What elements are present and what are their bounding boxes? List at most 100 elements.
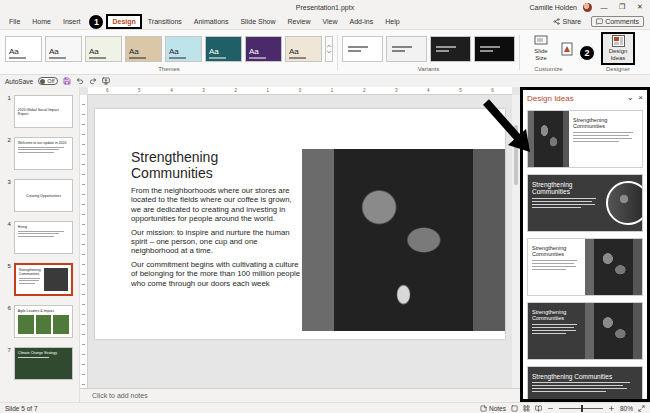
design-idea-card[interactable]: Strengthening Communities <box>527 110 643 168</box>
autosave-toggle[interactable]: Off <box>38 77 58 85</box>
fit-slide-icon[interactable] <box>638 405 645 412</box>
theme-thumbnail[interactable]: Aa <box>85 36 122 62</box>
idea-photo <box>606 181 643 225</box>
ribbon-tab[interactable]: Design <box>106 14 141 29</box>
theme-thumbnail[interactable]: Aa <box>285 36 322 62</box>
themes-group: AaAaAaAaAaAaAaAaThemes <box>5 32 333 73</box>
chevron-up-icon[interactable] <box>326 43 332 49</box>
present-icon[interactable] <box>102 77 110 85</box>
theme-thumbnail[interactable]: Aa <box>5 36 42 62</box>
pointer-arrow-icon <box>482 98 532 156</box>
document-title: Presentation1.pptx <box>296 4 354 11</box>
thumb-content: Hiring <box>18 225 69 250</box>
variant-thumbnail[interactable] <box>430 36 471 62</box>
theme-thumbnail[interactable]: Aa <box>205 36 242 62</box>
zoom-out-icon[interactable] <box>547 405 554 412</box>
ribbon-tab[interactable]: Slide Show <box>234 14 281 29</box>
slide-thumbnail[interactable]: Creating Opportunities <box>14 179 73 212</box>
thumb-title: Climate Change Strategy <box>18 351 69 355</box>
share-button[interactable]: Share <box>548 16 586 27</box>
slide-thumbnail[interactable]: Welcome to our update in 2020 <box>14 137 73 170</box>
zoom-in-icon[interactable] <box>608 405 615 412</box>
ribbon-tab[interactable]: File <box>3 14 26 29</box>
ribbon-tab[interactable]: Review <box>281 14 316 29</box>
design-ideas-button[interactable]: Design Ideas <box>601 32 635 65</box>
notes-icon <box>480 405 487 412</box>
gallery-scroll[interactable] <box>325 36 333 62</box>
slide-text-box[interactable]: Strengthening Communities From the neighb… <box>131 149 302 339</box>
variant-thumbnail[interactable] <box>342 36 383 62</box>
slide-thumbnail[interactable]: Climate Change Strategy <box>14 347 73 380</box>
slide-thumbnail-row[interactable]: 7Climate Change Strategy <box>3 347 73 380</box>
idea-photo <box>585 303 642 359</box>
slide-thumbnail[interactable]: 2020 Global Social Impact Report <box>14 95 73 128</box>
design-idea-card[interactable]: Strengthening Communities <box>527 174 643 232</box>
ribbon-tab[interactable]: View <box>316 14 343 29</box>
slide-thumbnail-row[interactable]: 4 Hiring <box>3 221 73 254</box>
design-idea-card[interactable]: Strengthening Communities <box>527 238 643 296</box>
designer-group: Design IdeasDesigner <box>601 32 635 73</box>
save-icon[interactable] <box>63 77 71 85</box>
undo-icon[interactable] <box>76 77 84 85</box>
slide-thumbnail[interactable]: Agile Leaders & Impact <box>14 305 73 338</box>
theme-thumbnail[interactable]: Aa <box>125 36 162 62</box>
zoom-slider[interactable] <box>559 408 603 409</box>
slide-thumbnail-row[interactable]: 6Agile Leaders & Impact <box>3 305 73 338</box>
reading-view-icon[interactable] <box>535 405 542 412</box>
format-background-icon[interactable] <box>561 42 573 56</box>
design-idea-card[interactable]: Strengthening Communities <box>527 302 643 360</box>
notes-button[interactable]: Notes <box>480 405 506 412</box>
variant-thumbnail[interactable] <box>386 36 427 62</box>
slide-thumbnail-row[interactable]: 2Welcome to our update in 2020 <box>3 137 73 170</box>
ribbon-tab[interactable]: Home <box>26 14 57 29</box>
ribbon-tab[interactable]: Add-ins <box>343 14 379 29</box>
slide-thumbnail-row[interactable]: 3Creating Opportunities <box>3 179 73 212</box>
theme-thumbnail[interactable]: Aa <box>45 36 82 62</box>
user-avatar-icon[interactable] <box>583 3 592 12</box>
slide-paragraph[interactable]: Our mission: to inspire and nurture the … <box>131 228 302 256</box>
window-control[interactable]: ❐ <box>616 3 628 11</box>
redo-icon[interactable] <box>89 77 97 85</box>
idea-title: Strengthening Communities <box>532 181 602 196</box>
variant-thumbnail[interactable] <box>474 36 515 62</box>
window-control[interactable]: — <box>598 4 610 11</box>
ribbon-tab[interactable]: Insert <box>57 14 87 29</box>
comments-button[interactable]: Comments <box>591 16 644 27</box>
slide-photo[interactable] <box>302 149 505 331</box>
slide-paragraph[interactable]: From the neighborhoods where our stores … <box>131 186 302 224</box>
ribbon-tab[interactable]: Help <box>379 14 405 29</box>
slide-thumbnail[interactable]: Hiring <box>14 221 73 254</box>
notes-field[interactable]: Click to add notes <box>80 388 520 402</box>
slide-paragraph[interactable]: Our commitment begins with cultivating a… <box>131 260 302 288</box>
user-name[interactable]: Camille Holden <box>530 4 577 11</box>
vertical-scrollbar[interactable] <box>512 95 520 388</box>
design-idea-card[interactable]: Strengthening Communities <box>527 366 643 399</box>
thumb-title: 2020 Global Social Impact Report <box>18 108 69 116</box>
slide-title[interactable]: Strengthening Communities <box>131 149 302 181</box>
window-control[interactable]: ✕ <box>634 3 646 11</box>
slide-position: Slide 5 of 7 <box>5 405 38 412</box>
ribbon-tab[interactable]: Animations <box>188 14 235 29</box>
theme-thumbnail[interactable]: Aa <box>245 36 282 62</box>
slide-size-button[interactable]: Slide Size <box>524 32 558 65</box>
slide-number: 4 <box>3 221 11 227</box>
variants-group: Variants <box>342 32 515 73</box>
thumb-title: Welcome to our update in 2020 <box>18 141 69 145</box>
slide-thumbnail-row[interactable]: 12020 Global Social Impact Report <box>3 95 73 128</box>
normal-view-icon[interactable] <box>511 405 518 412</box>
idea-title: Strengthening Communities <box>532 309 581 322</box>
quick-access-toolbar: AutoSaveOff <box>0 75 650 87</box>
thumb-content: Agile Leaders & Impact <box>18 309 69 334</box>
pane-control[interactable]: ⌄ <box>627 94 634 102</box>
thumb-photo <box>36 315 52 335</box>
theme-thumbnail[interactable]: Aa <box>165 36 202 62</box>
zoom-level[interactable]: 80% <box>620 405 633 412</box>
pane-control[interactable]: × <box>638 94 643 102</box>
slide-thumbnail-row[interactable]: 5Strengthening Communities <box>3 263 73 296</box>
title-bar: Presentation1.pptx Camille Holden — ❐ ✕ <box>0 0 650 14</box>
ribbon-tab[interactable]: Transitions <box>142 14 188 29</box>
sorter-view-icon[interactable] <box>523 405 530 412</box>
slide-thumbnail[interactable]: Strengthening Communities <box>14 263 73 296</box>
chevron-down-icon[interactable] <box>326 49 332 55</box>
slide-canvas[interactable]: Strengthening Communities From the neighb… <box>95 109 505 339</box>
